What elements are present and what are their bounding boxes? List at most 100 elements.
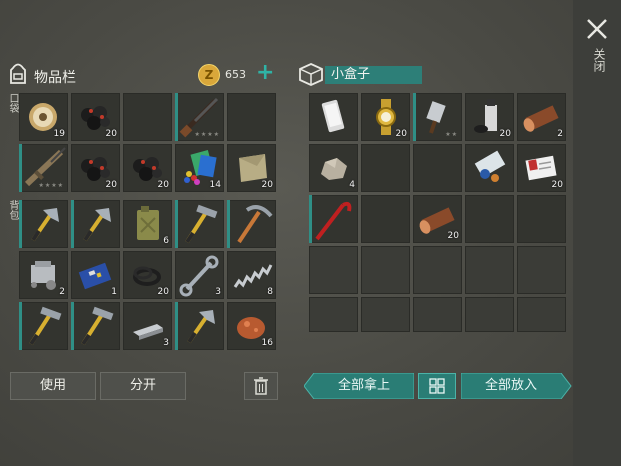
durability-bar [227,200,230,248]
inventory-slot[interactable] [361,195,410,243]
inventory-slot[interactable]: 2 [517,93,566,141]
inventory-title: 物品栏 [34,70,76,86]
item-count: 20 [447,231,459,241]
put-all-button[interactable]: 全部放入 [461,373,561,399]
inventory-slot[interactable]: 8 [227,251,276,299]
inventory-slot[interactable] [71,200,120,248]
inventory-slot[interactable] [71,302,120,350]
inventory-slot[interactable] [123,93,172,141]
item-count: 3 [215,287,221,297]
durability-bar [19,144,22,192]
empty-slot[interactable] [413,246,462,294]
inventory-slot[interactable] [361,144,410,192]
quality-stars: ★★★★ [38,182,64,189]
trash-button[interactable] [244,372,278,400]
inventory-slot[interactable]: 20 [123,144,172,192]
durability-bar [413,93,416,141]
item-count: 20 [551,180,563,190]
inventory-slot[interactable]: 1 [71,251,120,299]
inventory-slot[interactable] [175,200,224,248]
inventory-slot[interactable] [19,200,68,248]
item-count: 3 [163,338,169,348]
inventory-slot[interactable]: 20 [361,93,410,141]
durability-bar [19,302,22,350]
inventory-slot[interactable]: 20 [227,144,276,192]
durability-bar [175,302,178,350]
durability-bar [309,195,312,243]
sort-grid-button[interactable] [418,373,456,399]
inventory-slot[interactable] [413,144,462,192]
inventory-slot[interactable]: 3 [175,251,224,299]
item-count: 16 [261,338,273,348]
box-name-field[interactable]: 小盒子 [325,66,422,84]
durability-bar [175,200,178,248]
item-count: 1 [111,287,117,297]
item-count: 6 [163,236,169,246]
item-count: 2 [59,287,65,297]
inventory-slot[interactable]: 20 [123,251,172,299]
inventory-slot[interactable]: 20 [465,93,514,141]
use-button[interactable]: 使用 [10,372,96,400]
add-coins-button[interactable]: + [256,60,274,85]
box-icon [299,63,323,86]
inventory-slot[interactable] [517,195,566,243]
inventory-slot[interactable]: 6 [123,200,172,248]
inventory-slot[interactable] [175,302,224,350]
take-all-button[interactable]: 全部拿上 [314,373,414,399]
item-count: 19 [53,129,65,139]
empty-slot[interactable] [517,297,566,332]
inventory-slot[interactable]: 20 [71,93,120,141]
inventory-slot[interactable]: 20 [517,144,566,192]
item-count: 20 [157,287,169,297]
empty-slot[interactable] [413,297,462,332]
backpack-icon [10,63,26,84]
empty-slot[interactable] [309,297,358,332]
item-count: 2 [557,129,563,139]
inventory-slot[interactable]: 3 [123,302,172,350]
inventory-slot[interactable] [465,144,514,192]
inventory-slot[interactable]: 20 [413,195,462,243]
inventory-slot[interactable] [309,195,358,243]
grid-icon [429,378,445,394]
close-label[interactable]: 关闭 [586,48,606,72]
inventory-slot[interactable] [19,302,68,350]
inventory-slot[interactable]: ★★★★ [175,93,224,141]
empty-slot[interactable] [361,246,410,294]
backpack-label: 背包 [7,200,18,220]
empty-slot[interactable] [465,297,514,332]
durability-bar [19,200,22,248]
inventory-slot[interactable]: 16 [227,302,276,350]
inventory-slot[interactable] [309,93,358,141]
item-count: 20 [157,180,169,190]
coin-count: 653 [225,68,246,81]
pocket-label: 口袋 [7,93,18,113]
item-count: 20 [261,180,273,190]
inventory-slot[interactable]: 4 [309,144,358,192]
inventory-slot[interactable]: 14 [175,144,224,192]
quality-stars: ★★★★ [194,131,220,138]
item-count: 20 [105,129,117,139]
inventory-slot[interactable] [227,200,276,248]
empty-slot[interactable] [309,246,358,294]
durability-bar [71,200,74,248]
inventory-slot[interactable]: ★★ [413,93,462,141]
item-count: 20 [395,129,407,139]
empty-slot[interactable] [361,297,410,332]
item-count: 20 [499,129,511,139]
durability-bar [71,302,74,350]
inventory-slot[interactable]: ★★★★ [19,144,68,192]
inventory-slot[interactable] [465,195,514,243]
close-icon[interactable] [585,17,609,41]
quality-stars: ★★ [445,131,458,138]
inventory-slot[interactable]: 20 [71,144,120,192]
inventory-slot[interactable]: 2 [19,251,68,299]
empty-slot[interactable] [517,246,566,294]
split-button[interactable]: 分开 [100,372,186,400]
trash-icon [254,377,268,395]
durability-bar [175,93,178,141]
inventory-slot[interactable]: 19 [19,93,68,141]
item-count: 14 [209,180,221,190]
empty-slot[interactable] [465,246,514,294]
item-count: 8 [267,287,273,297]
inventory-slot[interactable] [227,93,276,141]
